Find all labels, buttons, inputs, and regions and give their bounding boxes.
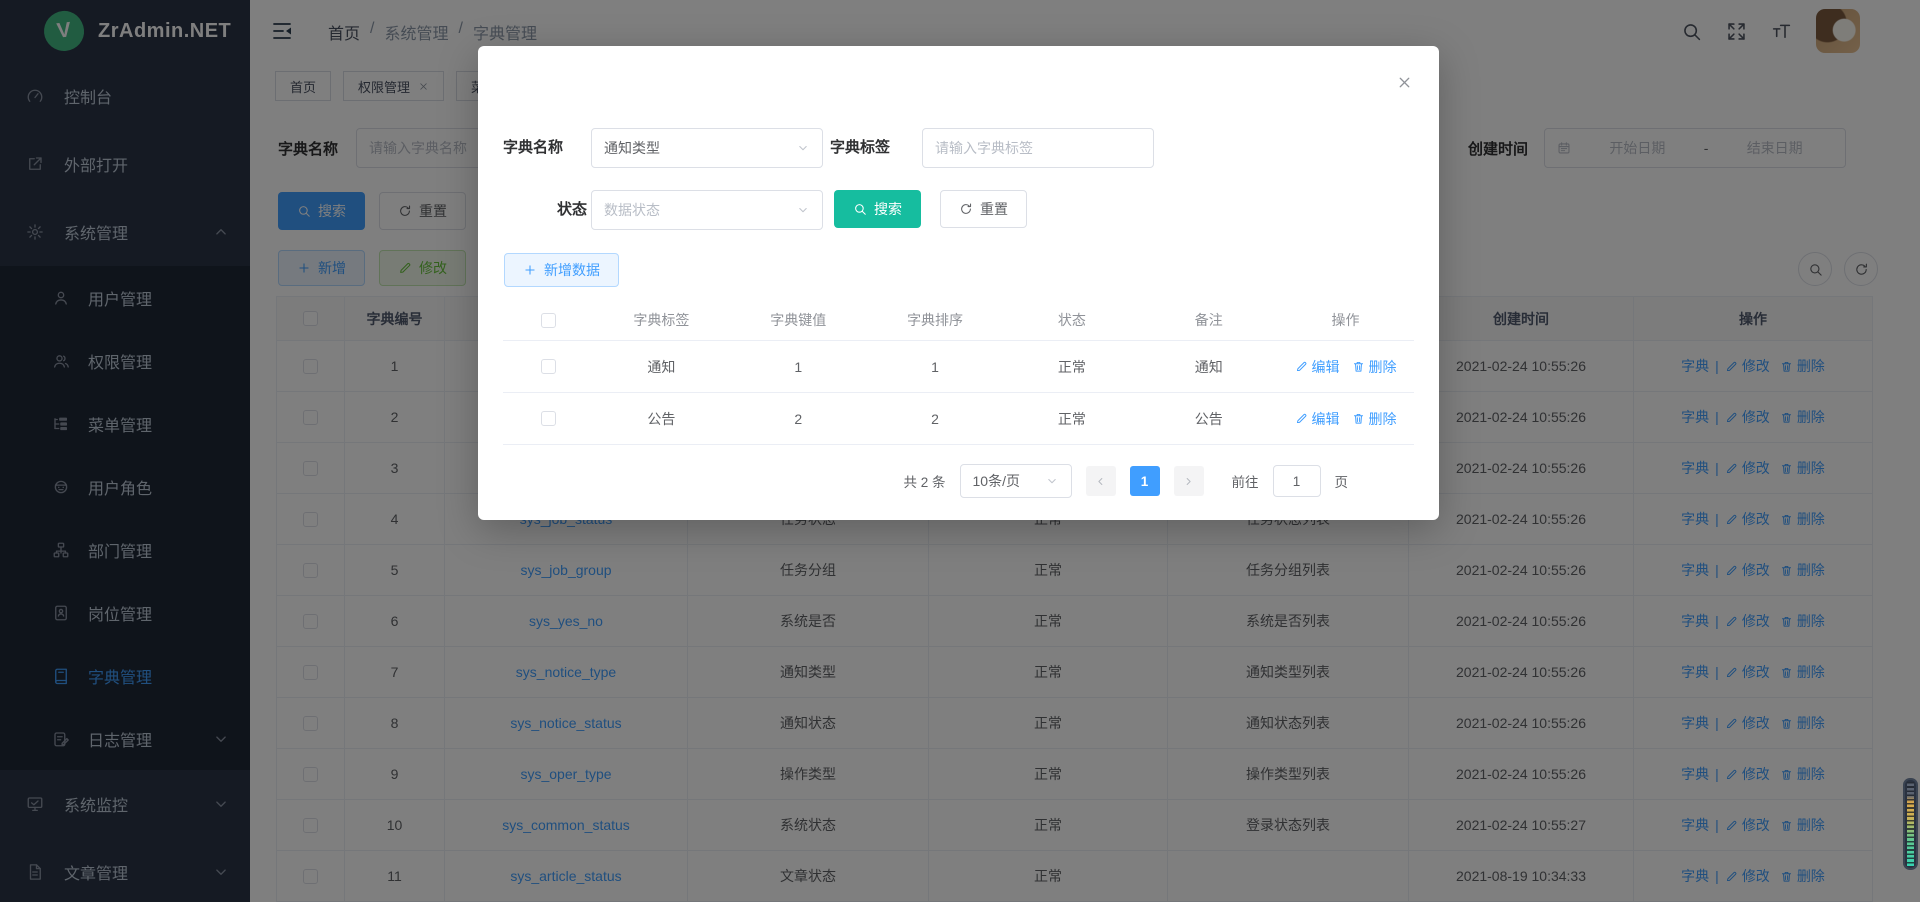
trash-icon <box>1352 360 1365 373</box>
modal-dict-name-label: 字典名称 <box>503 128 563 168</box>
modal-dict-label-input[interactable] <box>935 140 1141 156</box>
ops-cell: 编辑删除 <box>1277 409 1414 429</box>
modal-table-header-row: 字典标签字典键值字典排序状态备注操作 <box>503 300 1414 341</box>
modal-dict-name-select[interactable]: 通知类型 <box>591 128 823 168</box>
modal-reset-button[interactable]: 重置 <box>940 190 1027 228</box>
chevron-right-icon <box>1182 475 1195 488</box>
modal-table-row: 通知11正常通知编辑删除 <box>503 341 1414 393</box>
dict-sort-cell: 2 <box>867 411 1004 427</box>
chevron-down-icon <box>1045 474 1059 488</box>
goto-label: 前往 <box>1232 471 1259 491</box>
row-checkbox[interactable] <box>541 359 556 374</box>
modal-table-header-cell: 状态 <box>1003 310 1140 330</box>
dict-sort-cell: 1 <box>867 359 1004 375</box>
edit-link[interactable]: 编辑 <box>1295 357 1340 377</box>
pencil-icon <box>1295 360 1308 373</box>
modal-add-data-button[interactable]: 新增数据 <box>504 253 619 287</box>
modal-dict-name-value: 通知类型 <box>604 138 660 158</box>
goto-page-input[interactable] <box>1273 465 1321 497</box>
refresh-icon <box>959 202 973 216</box>
dict-value-cell: 1 <box>730 359 867 375</box>
modal-table-row: 公告22正常公告编辑删除 <box>503 393 1414 445</box>
pagination: 共 2 条 10条/页 1 前往 页 <box>478 462 1348 500</box>
delete-link[interactable]: 删除 <box>1352 409 1397 429</box>
modal-dict-label-input-box <box>922 128 1154 168</box>
chevron-down-icon <box>796 203 810 217</box>
delete-link[interactable]: 删除 <box>1352 357 1397 377</box>
prev-page-button[interactable] <box>1086 466 1116 496</box>
modal-table-header-cell: 字典排序 <box>867 310 1004 330</box>
modal-dict-label-label: 字典标签 <box>830 128 890 168</box>
dict-label-cell: 通知 <box>593 357 730 377</box>
close-icon[interactable] <box>1396 74 1413 91</box>
remark-cell: 通知 <box>1140 357 1277 377</box>
ops-cell: 编辑删除 <box>1277 357 1414 377</box>
remark-cell: 公告 <box>1140 409 1277 429</box>
page-unit-label: 页 <box>1335 471 1349 491</box>
modal-table-header-cell: 字典键值 <box>730 310 867 330</box>
row-checkbox[interactable] <box>541 411 556 426</box>
current-page-button[interactable]: 1 <box>1130 466 1160 496</box>
next-page-button[interactable] <box>1174 466 1204 496</box>
modal-table-header-cell: 备注 <box>1140 310 1277 330</box>
modal-status-label: 状态 <box>557 190 587 230</box>
search-icon <box>853 202 867 216</box>
scrollbar-stripes <box>1907 782 1914 866</box>
dict-value-cell: 2 <box>730 411 867 427</box>
select-all-checkbox[interactable] <box>541 313 556 328</box>
chevron-down-icon <box>796 141 810 155</box>
modal-status-select[interactable]: 数据状态 <box>591 190 823 230</box>
modal-search-button[interactable]: 搜索 <box>834 190 921 228</box>
status-cell: 正常 <box>1003 357 1140 377</box>
pagination-total: 共 2 条 <box>903 471 945 491</box>
page-size-value: 10条/页 <box>973 471 1020 491</box>
status-cell: 正常 <box>1003 409 1140 429</box>
dict-data-dialog: 字典名称 通知类型 字典标签 状态 数据状态 搜索 重置 新增数据 字典标签字典… <box>478 46 1439 520</box>
dict-data-table: 字典标签字典键值字典排序状态备注操作通知11正常通知编辑删除公告22正常公告编辑… <box>503 300 1414 445</box>
modal-table-header-cell: 操作 <box>1277 310 1414 330</box>
dict-label-cell: 公告 <box>593 409 730 429</box>
trash-icon <box>1352 412 1365 425</box>
modal-status-placeholder: 数据状态 <box>604 200 660 220</box>
plus-icon <box>523 263 537 277</box>
pencil-icon <box>1295 412 1308 425</box>
scrollbar-thumb[interactable] <box>1903 778 1918 870</box>
page-size-select[interactable]: 10条/页 <box>960 464 1072 498</box>
modal-table-header-cell: 字典标签 <box>593 310 730 330</box>
edit-link[interactable]: 编辑 <box>1295 409 1340 429</box>
chevron-left-icon <box>1094 475 1107 488</box>
